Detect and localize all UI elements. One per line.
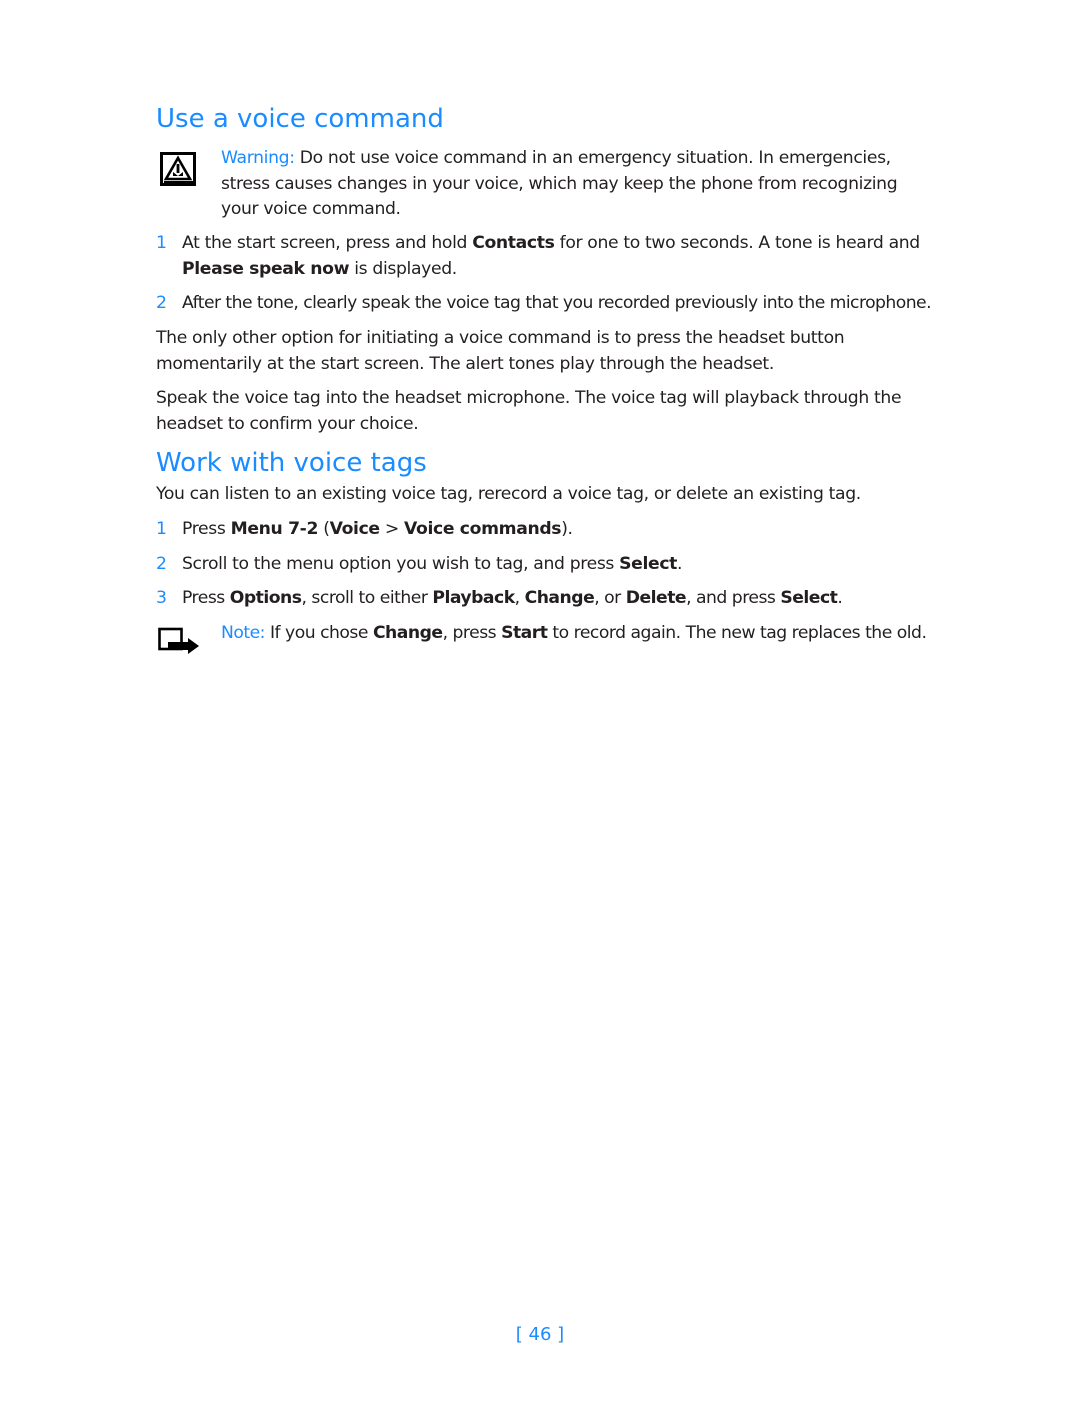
- step-text: Press Menu 7-2 (Voice > Voice commands).: [182, 519, 573, 539]
- list-item: 2 Scroll to the menu option you wish to …: [156, 552, 956, 578]
- page-number: [ 46 ]: [515, 1324, 565, 1345]
- manual-page: Use a voice command Warning: Do not use …: [0, 0, 1080, 1412]
- section-title-work-with-voice-tags: Work with voice tags: [156, 448, 427, 478]
- key-start: Start: [501, 623, 548, 643]
- step-number: 3: [156, 588, 167, 608]
- key-select: Select: [780, 588, 838, 608]
- step-text: Scroll to the menu option you wish to ta…: [182, 554, 683, 574]
- warning-paragraph: Warning: Do not use voice command in an …: [221, 146, 921, 223]
- step-number: 1: [156, 233, 167, 253]
- warning-label: Warning:: [221, 148, 295, 168]
- step-text: At the start screen, press and hold Cont…: [182, 233, 920, 279]
- intro-paragraph: You can listen to an existing voice tag,…: [156, 484, 861, 504]
- body-paragraph: The only other option for initiating a v…: [156, 328, 845, 374]
- note-label: Note:: [221, 623, 265, 643]
- note-paragraph: Note: If you chose Change, press Start t…: [221, 623, 927, 643]
- list-item: 2 After the tone, clearly speak the voic…: [156, 291, 956, 317]
- step-text: After the tone, clearly speak the voice …: [182, 293, 932, 313]
- list-item: 3 Press Options, scroll to either Playba…: [156, 586, 956, 612]
- option-delete: Delete: [625, 588, 687, 608]
- option-change: Change: [524, 588, 595, 608]
- key-contacts: Contacts: [472, 233, 555, 253]
- step-number: 2: [156, 293, 167, 313]
- warning-triangle-icon: [160, 152, 196, 186]
- step-text: Press Options, scroll to either Playback…: [182, 588, 843, 608]
- list-item: 1 At the start screen, press and hold Co…: [156, 231, 956, 283]
- option-change: Change: [372, 623, 443, 643]
- list-item: 1 Press Menu 7-2 (Voice > Voice commands…: [156, 517, 956, 543]
- note-pointer-icon: [158, 627, 200, 655]
- step-number: 2: [156, 554, 167, 574]
- section-title-use-voice-command: Use a voice command: [156, 104, 444, 134]
- step-number: 1: [156, 519, 167, 539]
- body-paragraph: Speak the voice tag into the headset mic…: [156, 388, 902, 434]
- menu-voice: Voice: [329, 519, 381, 539]
- menu-voice-commands: Voice commands: [404, 519, 562, 539]
- key-options: Options: [229, 588, 302, 608]
- option-playback: Playback: [432, 588, 515, 608]
- key-select: Select: [619, 554, 678, 574]
- warning-text: Do not use voice command in an emergency…: [221, 148, 898, 219]
- key-menu: Menu 7-2: [230, 519, 319, 539]
- display-please-speak-now: Please speak now: [182, 258, 350, 279]
